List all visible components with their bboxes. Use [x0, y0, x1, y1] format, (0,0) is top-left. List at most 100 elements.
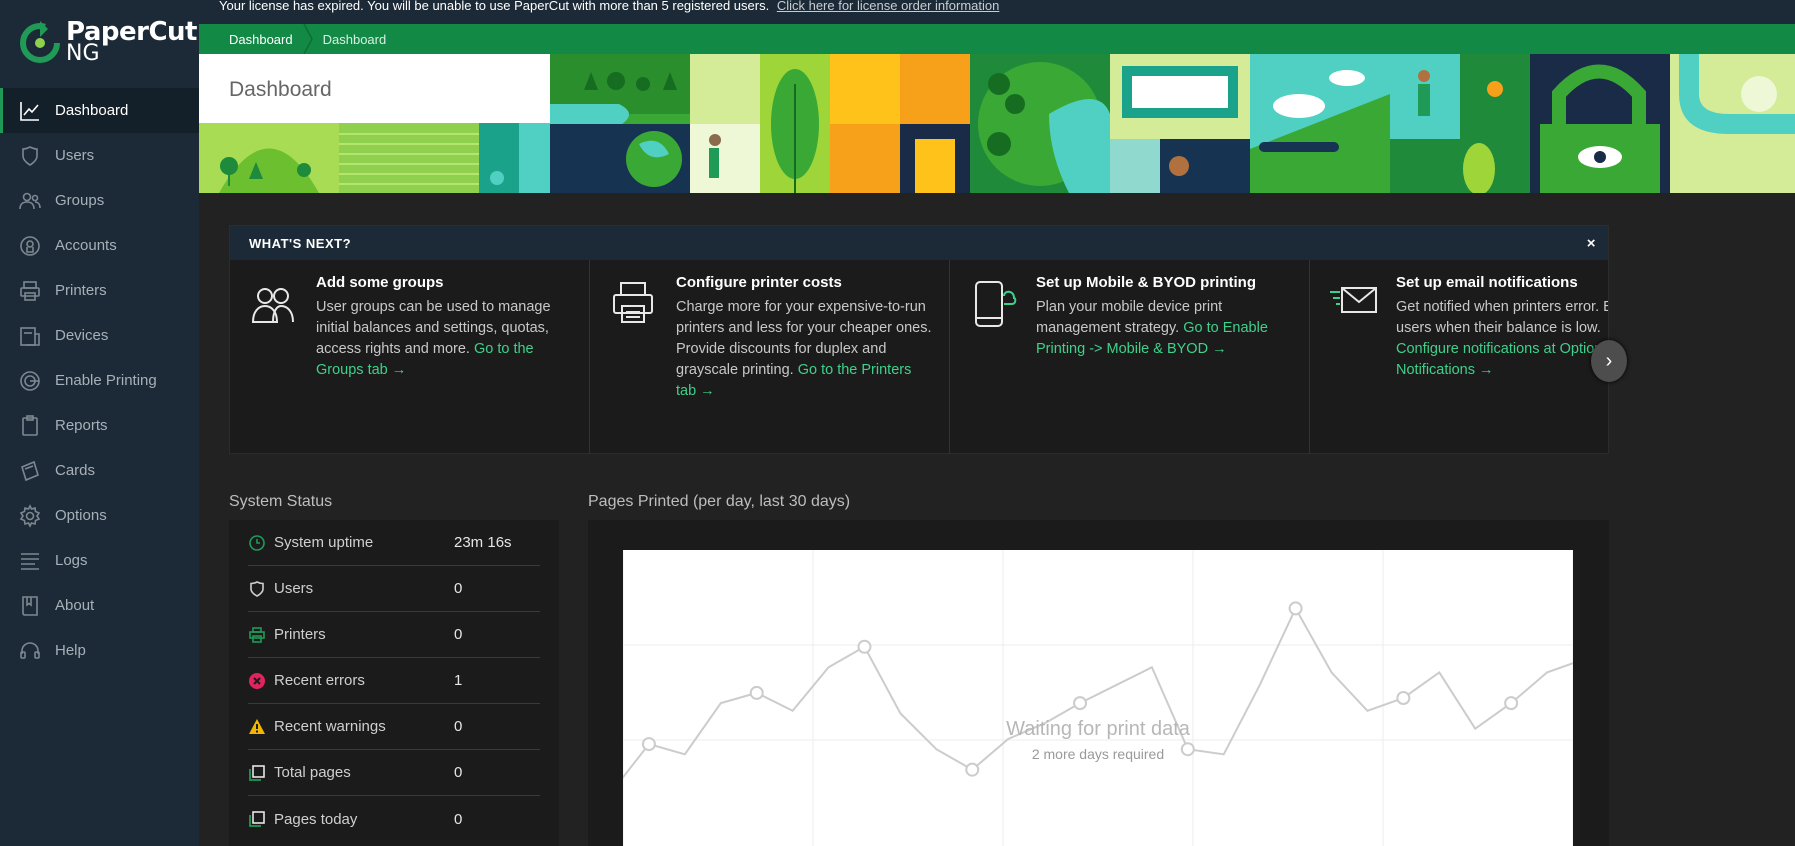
sidebar-item-label: Groups — [55, 192, 105, 209]
sidebar-item-label: Reports — [55, 417, 108, 434]
status-label: Recent errors — [274, 672, 365, 689]
accounts-icon — [18, 234, 42, 258]
system-status-panel: System uptime 23m 16s Users 0 Printers 0 Recen… — [229, 520, 559, 846]
papercut-logo[interactable]: PaperCut NG — [18, 17, 198, 66]
status-row-printers: Printers 0 — [248, 612, 540, 658]
sidebar-item-groups[interactable]: Groups — [0, 178, 199, 223]
chart-point — [749, 685, 764, 700]
chart-point — [1396, 691, 1411, 705]
card-description: Get notified when printers error. Email … — [1396, 299, 1608, 336]
pages-chart-svg — [623, 550, 1573, 846]
sidebar-item-options[interactable]: Options — [0, 493, 199, 538]
email-icon — [1328, 278, 1378, 328]
status-row-pages-today: Pages today 0 — [248, 796, 540, 842]
sidebar-item-label: About — [55, 597, 95, 614]
pages-icon — [248, 810, 266, 828]
sidebar-item-label: Users — [55, 147, 95, 164]
system-status-title: System Status — [229, 493, 333, 510]
printer-icon — [608, 278, 658, 328]
card-text: Get notified when printers error. Email … — [1396, 297, 1608, 381]
sidebar-item-label: Logs — [55, 552, 88, 569]
clipboard-icon — [18, 414, 42, 438]
card-icon — [18, 459, 42, 483]
whats-next-card: Set up Mobile & BYOD printing Plan your m… — [950, 260, 1310, 454]
banner-title-box: Dashboard — [199, 54, 550, 123]
radar-icon — [18, 369, 42, 393]
papercut-logo-icon — [20, 21, 60, 63]
status-value: 0 — [454, 764, 463, 781]
whats-next-panel: WHAT'S NEXT? × Add some groups User group… — [229, 225, 1609, 454]
groups-icon — [248, 278, 298, 328]
breadcrumb-separator-icon — [302, 24, 313, 54]
sidebar-item-label: Help — [55, 642, 86, 659]
sidebar-item-enable-printing[interactable]: Enable Printing — [0, 358, 199, 403]
license-notice-text: Your license has expired. You will be un… — [219, 0, 770, 13]
whats-next-card: Add some groups User groups can be used t… — [230, 260, 590, 454]
device-icon — [18, 324, 42, 348]
sidebar-item-accounts[interactable]: Accounts — [0, 223, 199, 268]
sidebar-item-printers[interactable]: Printers — [0, 268, 199, 313]
chart-point — [1504, 696, 1519, 711]
whats-next-card: Configure printer costs Charge more for y… — [590, 260, 950, 454]
sidebar-item-label: Options — [55, 507, 107, 524]
card-title: Set up Mobile & BYOD printing — [1036, 274, 1256, 291]
status-row-total-pages: Total pages 0 — [248, 750, 540, 796]
status-value: 0 — [454, 626, 463, 643]
sidebar-item-logs[interactable]: Logs — [0, 538, 199, 583]
status-label: System uptime — [274, 534, 374, 551]
lines-icon — [18, 549, 42, 573]
waiting-message: Waiting for print data — [1006, 718, 1190, 740]
chart-line-icon — [18, 99, 42, 123]
card-link[interactable]: Configure notifications at Options -> No… — [1396, 341, 1608, 378]
mobile-icon — [968, 278, 1018, 328]
status-row-system-uptime: System uptime 23m 16s — [248, 520, 540, 566]
sidebar-item-help[interactable]: Help — [0, 628, 199, 673]
status-row-recent-errors: Recent errors 1 — [248, 658, 540, 704]
license-order-link[interactable]: Click here for license order information — [777, 0, 1000, 13]
sidebar-item-users[interactable]: Users — [0, 133, 199, 178]
whats-next-title: WHAT'S NEXT? — [249, 235, 352, 251]
chart-point — [965, 762, 980, 777]
users-icon — [18, 189, 42, 213]
sidebar-item-about[interactable]: About — [0, 583, 199, 628]
sidebar-item-devices[interactable]: Devices — [0, 313, 199, 358]
breadcrumb-item-dashboard[interactable]: Dashboard — [229, 32, 293, 47]
page-title: Dashboard — [229, 78, 332, 101]
clock-icon — [248, 534, 266, 552]
gear-icon — [18, 503, 42, 528]
sidebar-item-label: Cards — [55, 462, 96, 479]
sidebar-item-dashboard[interactable]: Dashboard — [0, 88, 199, 133]
logo-sub: NG — [66, 41, 100, 66]
next-card-button[interactable]: › — [1591, 340, 1627, 382]
close-icon[interactable]: × — [1587, 235, 1596, 252]
pages-printed-title: Pages Printed (per day, last 30 days) — [588, 493, 851, 510]
warning-icon — [248, 718, 266, 736]
status-row-recent-warnings: Recent warnings 0 — [248, 704, 540, 750]
sidebar-item-cards[interactable]: Cards — [0, 448, 199, 493]
status-row-users: Users 0 — [248, 566, 540, 612]
printer-icon — [18, 279, 42, 303]
sidebar-item-label: Printers — [55, 282, 107, 299]
card-text: Charge more for your expensive-to-run pr… — [676, 297, 933, 402]
sidebar-item-label: Devices — [55, 327, 109, 344]
status-value: 0 — [454, 580, 463, 597]
chart-point — [857, 639, 872, 654]
user-shield-icon — [248, 580, 266, 598]
user-shield-icon — [18, 144, 42, 168]
sidebar: PaperCut NG Dashboard Users Groups Accounts… — [0, 0, 199, 846]
whats-next-cards: Add some groups User groups can be used t… — [230, 260, 1608, 454]
pages-printed-chart: Waiting for print data 2 more days requi… — [623, 550, 1573, 846]
card-title: Configure printer costs — [676, 274, 842, 291]
error-icon — [248, 672, 266, 690]
sidebar-item-reports[interactable]: Reports — [0, 403, 199, 448]
headset-icon — [18, 639, 42, 663]
dashboard-banner: Dashboard — [199, 54, 1795, 193]
sidebar-item-label: Enable Printing — [55, 372, 157, 389]
status-label: Total pages — [274, 764, 351, 781]
waiting-subtext: 2 more days required — [1031, 746, 1165, 762]
sidebar-item-label: Dashboard — [55, 102, 129, 119]
card-text: Plan your mobile device print management… — [1036, 297, 1293, 360]
pages-icon — [248, 764, 266, 782]
status-value: 0 — [454, 718, 463, 735]
card-title: Add some groups — [316, 274, 444, 291]
